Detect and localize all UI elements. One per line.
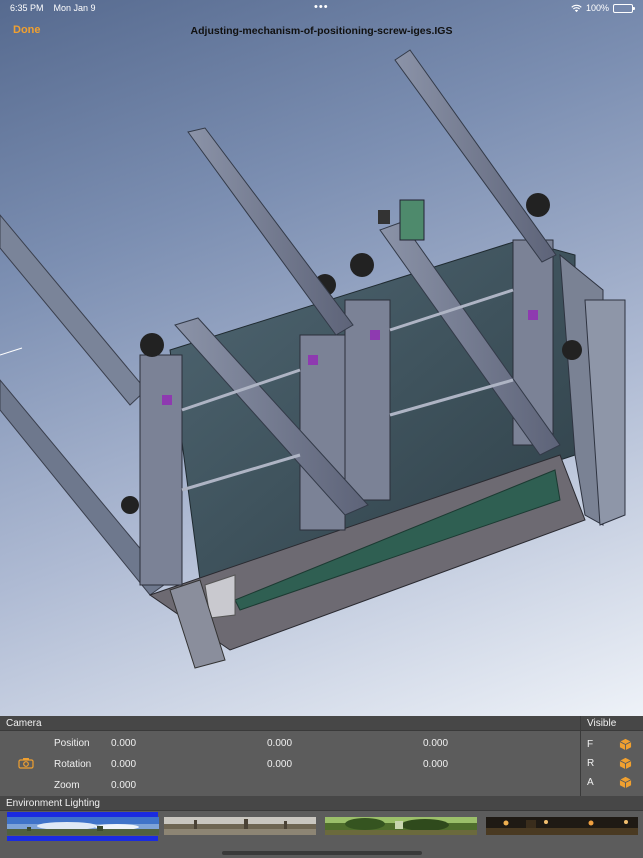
position-label: Position <box>54 738 90 749</box>
zoom-label: Zoom <box>54 780 80 791</box>
environment-lighting-header: Environment Lighting <box>0 796 643 811</box>
cad-model-render[interactable] <box>0 0 643 716</box>
status-date: Mon Jan 9 <box>53 3 96 13</box>
rotation-y-value[interactable]: 0.000 <box>267 759 292 770</box>
cube-icon[interactable] <box>619 776 632 789</box>
visible-r-label: R <box>587 758 595 769</box>
status-time: 6:35 PM <box>10 3 44 13</box>
home-indicator[interactable] <box>222 851 422 855</box>
battery-percent: 100% <box>585 3 609 13</box>
file-title: Adjusting-mechanism-of-positioning-screw… <box>190 25 453 37</box>
section-divider <box>580 716 581 796</box>
cube-icon[interactable] <box>619 757 632 770</box>
3d-viewport[interactable] <box>0 0 643 716</box>
selection-indicator-bottom <box>7 836 158 841</box>
position-z-value[interactable]: 0.000 <box>423 738 448 749</box>
visible-f-label: F <box>587 739 594 750</box>
rotation-z-value[interactable]: 0.000 <box>423 759 448 770</box>
env-thumbnail-park[interactable] <box>164 817 316 835</box>
env-thumbnail-forest[interactable] <box>325 817 477 835</box>
wifi-icon <box>571 4 582 12</box>
rotation-label: Rotation <box>54 759 92 770</box>
camera-icon[interactable] <box>18 757 34 769</box>
status-right: 100% <box>571 3 635 13</box>
multitasking-dots[interactable]: ••• <box>314 1 329 13</box>
zoom-value[interactable]: 0.000 <box>111 780 136 791</box>
status-bar: 6:35 PM Mon Jan 9 ••• 100% <box>0 0 643 16</box>
visible-section-header: Visible <box>581 716 643 731</box>
rotation-x-value[interactable]: 0.000 <box>111 759 136 770</box>
visible-a-label: A <box>587 777 594 788</box>
camera-section-header: Camera <box>0 716 580 731</box>
battery-icon <box>613 3 635 13</box>
position-y-value[interactable]: 0.000 <box>267 738 292 749</box>
cube-icon[interactable] <box>619 738 632 751</box>
env-thumbnail-sky[interactable] <box>7 817 159 835</box>
properties-panel: Camera Visible Position 0.000 0.000 0.00… <box>0 716 643 858</box>
position-x-value[interactable]: 0.000 <box>111 738 136 749</box>
env-thumbnail-night-street[interactable] <box>486 817 638 835</box>
